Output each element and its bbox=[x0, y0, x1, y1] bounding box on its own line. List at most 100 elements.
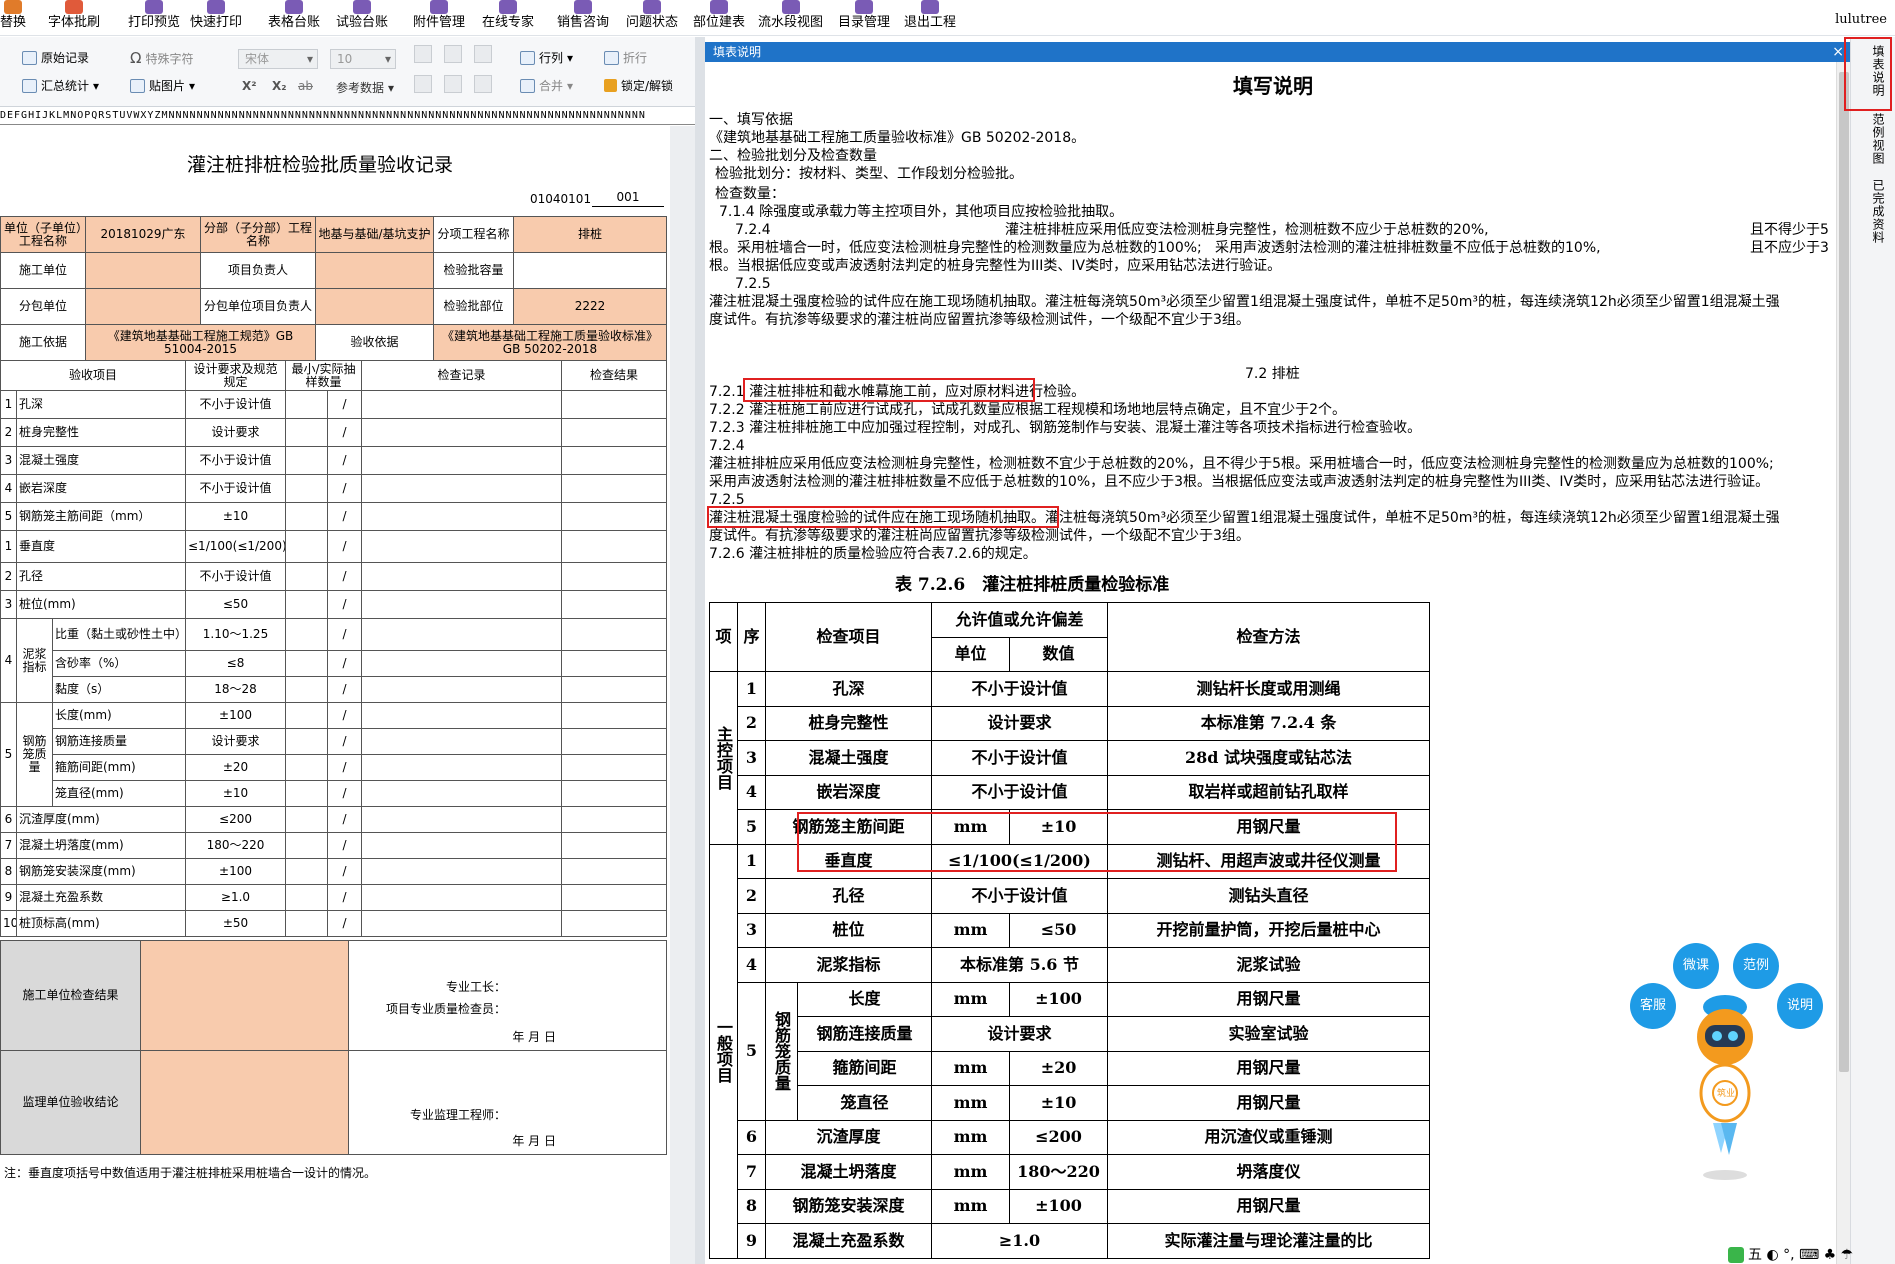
original-record-button[interactable]: 原始记录 bbox=[22, 49, 89, 66]
batch-part-value[interactable]: 2222 bbox=[513, 288, 667, 325]
summary-stats-button[interactable]: 汇总统计 ▾ bbox=[22, 77, 99, 94]
font-size-select[interactable]: 10 bbox=[330, 49, 396, 69]
supervision-result-value[interactable] bbox=[140, 1050, 349, 1155]
sample-input[interactable] bbox=[285, 676, 328, 703]
sub-project-value[interactable]: 地基与基础/基坑支护 bbox=[315, 216, 434, 253]
record-input[interactable] bbox=[361, 728, 563, 755]
sample-input[interactable] bbox=[285, 618, 328, 651]
record-input[interactable] bbox=[361, 910, 563, 937]
result-input[interactable] bbox=[561, 728, 668, 755]
form-serial[interactable]: 001 bbox=[592, 190, 664, 207]
reference-data-button[interactable]: 参考数据 ▾ bbox=[336, 79, 394, 96]
result-input[interactable] bbox=[561, 702, 668, 729]
record-input[interactable] bbox=[361, 884, 563, 911]
record-input[interactable] bbox=[361, 806, 563, 833]
result-input[interactable] bbox=[561, 910, 668, 937]
sample-input[interactable] bbox=[285, 390, 328, 419]
toolbar-button-12[interactable]: 流水段视图 bbox=[758, 0, 823, 36]
construction-result-value[interactable] bbox=[140, 940, 349, 1051]
result-input[interactable] bbox=[561, 502, 668, 531]
micro-course-bubble[interactable]: 微课 bbox=[1673, 943, 1719, 989]
toolbar-button-2[interactable]: 字体批刷 bbox=[48, 0, 100, 36]
record-input[interactable] bbox=[361, 754, 563, 781]
result-input[interactable] bbox=[561, 474, 668, 503]
close-icon[interactable]: × bbox=[1832, 42, 1844, 62]
sample-input[interactable] bbox=[285, 418, 328, 447]
result-input[interactable] bbox=[561, 530, 668, 563]
result-input[interactable] bbox=[561, 858, 668, 885]
result-input[interactable] bbox=[561, 754, 668, 781]
toolbar-button-14[interactable]: 退出工程 bbox=[904, 0, 956, 36]
toolbar-button-5[interactable]: 表格台账 bbox=[268, 0, 320, 36]
superscript-button[interactable]: X² bbox=[242, 79, 257, 93]
sample-input[interactable] bbox=[285, 780, 328, 807]
tab-fill-instructions[interactable]: 填表说明 bbox=[1861, 45, 1887, 97]
sample-input[interactable] bbox=[285, 728, 328, 755]
record-input[interactable] bbox=[361, 780, 563, 807]
record-input[interactable] bbox=[361, 618, 563, 651]
result-input[interactable] bbox=[561, 590, 668, 619]
batch-capacity-value[interactable] bbox=[513, 252, 667, 289]
record-input[interactable] bbox=[361, 858, 563, 885]
result-input[interactable] bbox=[561, 562, 668, 591]
record-input[interactable] bbox=[361, 676, 563, 703]
result-input[interactable] bbox=[561, 618, 668, 651]
wrap-text-button[interactable]: 折行 bbox=[604, 49, 647, 66]
sample-input[interactable] bbox=[285, 858, 328, 885]
sample-input[interactable] bbox=[285, 530, 328, 563]
result-input[interactable] bbox=[561, 446, 668, 475]
sample-input[interactable] bbox=[285, 474, 328, 503]
sample-input[interactable] bbox=[285, 650, 328, 677]
record-input[interactable] bbox=[361, 562, 563, 591]
record-input[interactable] bbox=[361, 446, 563, 475]
align-top-right-icon[interactable] bbox=[474, 45, 492, 63]
lock-unlock-button[interactable]: 锁定/解锁 bbox=[604, 77, 673, 94]
result-input[interactable] bbox=[561, 390, 668, 419]
align-top-left-icon[interactable] bbox=[414, 45, 432, 63]
sample-input[interactable] bbox=[285, 910, 328, 937]
panel-splitter[interactable] bbox=[695, 37, 705, 1264]
sample-input[interactable] bbox=[285, 562, 328, 591]
item-project-value[interactable]: 排桩 bbox=[513, 216, 667, 253]
align-center-icon[interactable] bbox=[444, 75, 462, 93]
sub-pm-value[interactable] bbox=[315, 288, 434, 325]
align-left-icon[interactable] bbox=[414, 75, 432, 93]
toolbar-button-4[interactable]: 快速打印 bbox=[190, 0, 242, 36]
tab-completed-docs[interactable]: 已完成资料 bbox=[1861, 179, 1887, 244]
ime-icon[interactable] bbox=[1728, 1247, 1744, 1263]
record-input[interactable] bbox=[361, 474, 563, 503]
result-input[interactable] bbox=[561, 650, 668, 677]
toolbar-button-6[interactable]: 试验台账 bbox=[336, 0, 388, 36]
result-input[interactable] bbox=[561, 884, 668, 911]
record-input[interactable] bbox=[361, 418, 563, 447]
unit-project-value[interactable]: 20181029广东 bbox=[85, 216, 201, 253]
toolbar-button-13[interactable]: 目录管理 bbox=[838, 0, 890, 36]
result-input[interactable] bbox=[561, 806, 668, 833]
font-name-select[interactable]: 宋体 bbox=[238, 49, 318, 69]
toolbar-button-1[interactable]: 替换 bbox=[0, 0, 26, 36]
toolbar-button-8[interactable]: 在线专家 bbox=[482, 0, 534, 36]
result-input[interactable] bbox=[561, 418, 668, 447]
record-input[interactable] bbox=[361, 832, 563, 859]
construction-basis-value[interactable]: 《建筑地基基础工程施工规范》GB 51004-2015 bbox=[85, 324, 316, 361]
align-top-center-icon[interactable] bbox=[444, 45, 462, 63]
toolbar-button-3[interactable]: 打印预览 bbox=[128, 0, 180, 36]
record-input[interactable] bbox=[361, 702, 563, 729]
scroll-thumb[interactable] bbox=[1839, 72, 1849, 1072]
sample-input[interactable] bbox=[285, 702, 328, 729]
align-right-icon[interactable] bbox=[474, 75, 492, 93]
record-input[interactable] bbox=[361, 502, 563, 531]
sample-input[interactable] bbox=[285, 884, 328, 911]
record-input[interactable] bbox=[361, 390, 563, 419]
toolbar-button-10[interactable]: 问题状态 bbox=[626, 0, 678, 36]
record-input[interactable] bbox=[361, 590, 563, 619]
merge-button[interactable]: 合并 ▾ bbox=[520, 77, 573, 94]
sample-input[interactable] bbox=[285, 446, 328, 475]
record-input[interactable] bbox=[361, 530, 563, 563]
instructions-bubble[interactable]: 说明 bbox=[1777, 983, 1823, 1029]
acceptance-basis-value[interactable]: 《建筑地基基础工程施工质量验收标准》GB 50202-2018 bbox=[433, 324, 667, 361]
sample-input[interactable] bbox=[285, 502, 328, 531]
record-input[interactable] bbox=[361, 650, 563, 677]
sample-input[interactable] bbox=[285, 754, 328, 781]
construction-unit-value[interactable] bbox=[85, 252, 201, 289]
